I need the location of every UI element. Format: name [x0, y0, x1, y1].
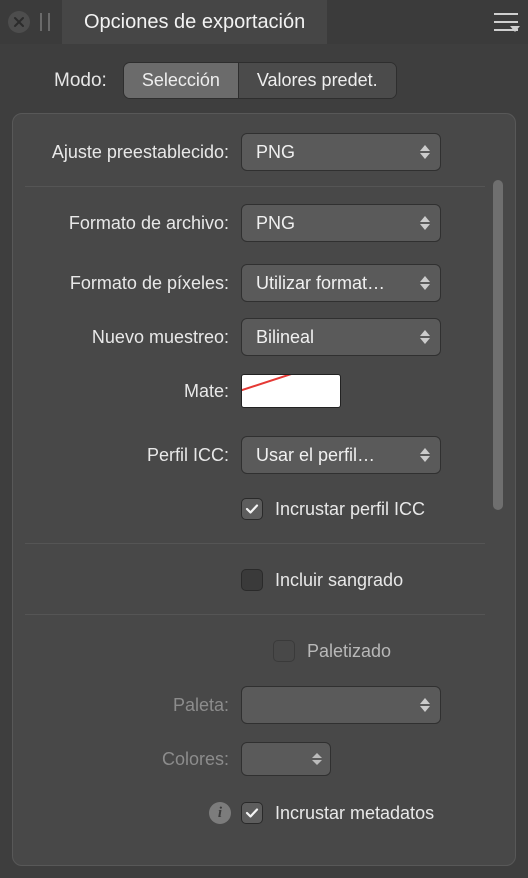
stepper-icon [420, 448, 430, 462]
palettized-label: Paletizado [307, 641, 391, 662]
close-button[interactable] [8, 11, 30, 33]
icc-profile-select[interactable]: Usar el perfil… [241, 436, 441, 474]
embed-metadata-label: Incrustar metadatos [275, 803, 434, 824]
embed-metadata-checkbox[interactable] [241, 802, 263, 824]
resample-value: Bilineal [256, 327, 314, 348]
file-format-label: Formato de archivo: [25, 213, 241, 234]
stepper-icon [420, 330, 430, 344]
file-format-select[interactable]: PNG [241, 204, 441, 242]
drag-handle-icon [40, 13, 50, 31]
matte-label: Mate: [25, 381, 241, 402]
file-format-value: PNG [256, 213, 295, 234]
divider [25, 614, 485, 615]
pixel-format-label: Formato de píxeles: [25, 273, 241, 294]
resample-label: Nuevo muestreo: [25, 327, 241, 348]
embed-icc-label: Incrustar perfil ICC [275, 499, 425, 520]
palettized-checkbox[interactable] [273, 640, 295, 662]
mode-segmented-control: Selección Valores predet. [123, 62, 397, 99]
stepper-icon [312, 753, 322, 765]
mode-option-defaults[interactable]: Valores predet. [238, 63, 396, 98]
preset-select-value: PNG [256, 142, 295, 163]
divider [25, 543, 485, 544]
stepper-icon [420, 698, 430, 712]
include-bleed-checkbox[interactable] [241, 569, 263, 591]
stepper-icon [420, 276, 430, 290]
stepper-icon [420, 216, 430, 230]
preset-label: Ajuste preestablecido: [25, 142, 241, 163]
colors-label: Colores: [25, 749, 241, 770]
tab-export-options[interactable]: Opciones de exportación [62, 0, 327, 44]
pixel-format-select[interactable]: Utilizar format… [241, 264, 441, 302]
info-icon[interactable]: i [209, 802, 231, 824]
resample-select[interactable]: Bilineal [241, 318, 441, 356]
pixel-format-value: Utilizar format… [256, 273, 385, 294]
palette-select[interactable] [241, 686, 441, 724]
tab-label: Opciones de exportación [84, 11, 305, 34]
icc-profile-value: Usar el perfil… [256, 445, 375, 466]
divider [25, 186, 485, 187]
embed-icc-checkbox[interactable] [241, 498, 263, 520]
include-bleed-label: Incluir sangrado [275, 570, 403, 591]
mode-option-selection[interactable]: Selección [124, 63, 238, 98]
matte-color-swatch[interactable] [241, 374, 341, 408]
panel-menu-icon[interactable] [494, 13, 518, 31]
stepper-icon [420, 145, 430, 159]
palette-label: Paleta: [25, 695, 241, 716]
mode-label: Modo: [54, 70, 107, 92]
colors-input[interactable] [241, 742, 331, 776]
preset-select[interactable]: PNG [241, 133, 441, 171]
scrollbar[interactable] [493, 180, 503, 510]
icc-profile-label: Perfil ICC: [25, 445, 241, 466]
